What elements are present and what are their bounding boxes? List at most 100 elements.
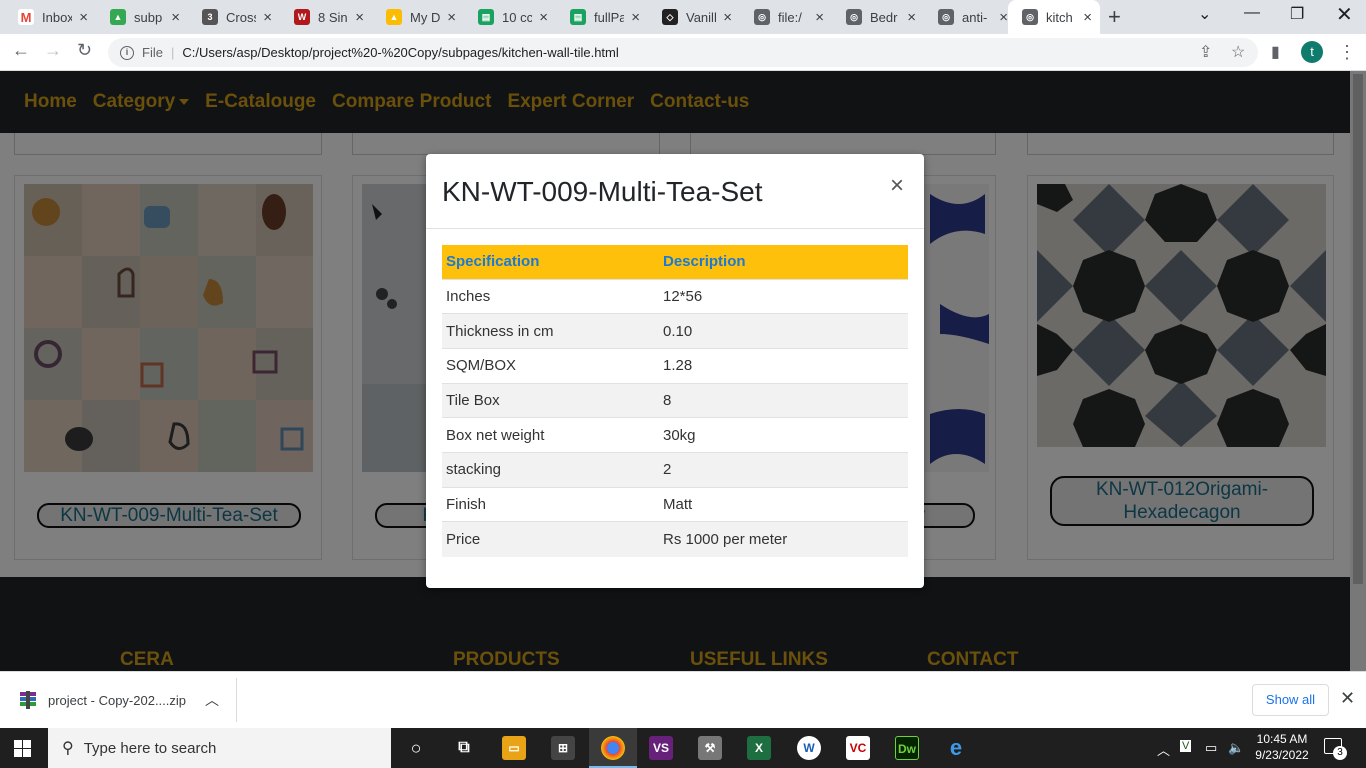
- url-box[interactable]: i File | C:/Users/asp/Desktop/project%20…: [108, 38, 1258, 67]
- desc-cell: 12*56: [659, 278, 908, 314]
- desc-header: Description: [659, 245, 908, 279]
- table-row: SQM/BOX 1.28: [442, 347, 908, 384]
- tab-title: My D: [410, 9, 440, 25]
- task-view-icon[interactable]: ⧉: [452, 736, 476, 760]
- close-tab-icon[interactable]: ×: [1083, 9, 1092, 26]
- spec-header-row: Specification Description: [442, 245, 908, 279]
- volume-icon[interactable]: 🔈: [1228, 740, 1244, 756]
- download-filename[interactable]: project - Copy-202....zip: [48, 693, 186, 708]
- close-tab-icon[interactable]: ×: [999, 9, 1008, 26]
- browser-tab-strip: M Inbox × ▲ subp × 3 Cross × W 8 Sin × ▲…: [0, 0, 1366, 34]
- close-tab-icon[interactable]: ×: [815, 9, 824, 26]
- tab-file[interactable]: ◎ file:/ ×: [740, 0, 832, 34]
- close-tab-icon[interactable]: ×: [907, 9, 916, 26]
- desc-cell: 1.28: [659, 347, 908, 384]
- tab-title: anti-: [962, 9, 988, 25]
- tab-vanilla[interactable]: ◇ Vanill ×: [648, 0, 740, 34]
- scheme-label: File: [142, 45, 163, 60]
- desc-cell: 30kg: [659, 417, 908, 453]
- close-icon[interactable]: ✕: [1340, 688, 1355, 709]
- search-icon: ⚲: [62, 740, 74, 757]
- file-explorer-icon[interactable]: ▭: [502, 736, 526, 760]
- tray-chevron-up-icon[interactable]: ︿: [1157, 740, 1170, 759]
- tab-inbox[interactable]: M Inbox ×: [4, 0, 96, 34]
- spec-cell: Box net weight: [442, 417, 659, 453]
- google-drive-icon: ▲: [386, 9, 402, 25]
- close-tab-icon[interactable]: ×: [79, 9, 88, 26]
- globe-icon: ◎: [1022, 9, 1038, 25]
- edge-icon[interactable]: e: [944, 736, 968, 760]
- close-tab-icon[interactable]: ×: [171, 9, 180, 26]
- globe-icon: ◎: [754, 9, 770, 25]
- download-bar: project - Copy-202....zip ︿ Show all ✕: [0, 671, 1366, 728]
- tab-8-sin[interactable]: W 8 Sin ×: [280, 0, 372, 34]
- forward-arrow-icon[interactable]: →: [44, 40, 62, 61]
- globe-icon: ◎: [846, 9, 862, 25]
- bookmark-star-icon[interactable]: ☆: [1231, 42, 1245, 62]
- tab-bedroom[interactable]: ◎ Bedr ×: [832, 0, 924, 34]
- divider: [236, 678, 237, 722]
- tab-cross[interactable]: 3 Cross ×: [188, 0, 280, 34]
- wordpad-icon[interactable]: W: [797, 736, 821, 760]
- side-panel-icon[interactable]: ▮: [1271, 42, 1280, 62]
- separator: |: [170, 45, 175, 60]
- chrome-icon[interactable]: [601, 736, 625, 760]
- vc-app-icon[interactable]: VC: [846, 736, 870, 760]
- spec-cell: SQM/BOX: [442, 347, 659, 384]
- close-icon[interactable]: ×: [890, 172, 904, 200]
- zip-archive-icon: [20, 691, 36, 709]
- url-text[interactable]: C:/Users/asp/Desktop/project%20-%20Copy/…: [182, 45, 618, 60]
- tab-10-cc[interactable]: ▤ 10 cc ×: [464, 0, 556, 34]
- tab-kitchen-active[interactable]: ◎ kitch ×: [1008, 0, 1100, 34]
- close-window-icon[interactable]: ✕: [1336, 2, 1353, 27]
- close-tab-icon[interactable]: ×: [631, 9, 640, 26]
- dreamweaver-icon[interactable]: Dw: [895, 736, 919, 760]
- spec-cell: Inches: [442, 278, 659, 314]
- desc-cell: 0.10: [659, 313, 908, 349]
- microsoft-store-icon[interactable]: ⊞: [551, 736, 575, 760]
- tab-title: Inbox: [42, 9, 72, 25]
- system-clock[interactable]: 10:45 AM 9/23/2022: [1250, 731, 1314, 763]
- tab-search-chevron-icon[interactable]: ⌄: [1198, 4, 1211, 24]
- tab-fullpage[interactable]: ▤ fullPa ×: [556, 0, 648, 34]
- tab-title: fullPa: [594, 9, 624, 25]
- table-row: Thickness in cm 0.10: [442, 313, 908, 349]
- reload-icon[interactable]: ↻: [77, 40, 92, 61]
- antivirus-tray-icon[interactable]: V: [1180, 740, 1192, 752]
- close-tab-icon[interactable]: ×: [723, 9, 732, 26]
- tab-subpages-drive[interactable]: ▲ subp ×: [96, 0, 188, 34]
- tab-title: Vanill: [686, 9, 716, 25]
- product-spec-modal: KN-WT-009-Multi-Tea-Set × Specification …: [426, 154, 924, 588]
- modal-title: KN-WT-009-Multi-Tea-Set: [442, 176, 763, 207]
- cortana-icon[interactable]: ○: [404, 736, 428, 760]
- visual-studio-icon[interactable]: VS: [649, 736, 673, 760]
- spec-cell: Price: [442, 521, 659, 557]
- excel-icon[interactable]: X: [747, 736, 771, 760]
- minimize-icon[interactable]: —: [1244, 4, 1260, 22]
- tab-title: file:/: [778, 9, 802, 25]
- chevron-up-icon[interactable]: ︿: [205, 690, 219, 710]
- windows-start-icon[interactable]: [14, 740, 31, 757]
- close-tab-icon[interactable]: ×: [447, 9, 456, 26]
- taskbar-search[interactable]: ⚲ Type here to search: [48, 728, 391, 768]
- tab-title: subp: [134, 9, 163, 25]
- profile-avatar[interactable]: t: [1301, 41, 1323, 63]
- tab-my-drive[interactable]: ▲ My D ×: [372, 0, 464, 34]
- tools-icon[interactable]: ⚒: [698, 736, 722, 760]
- info-icon[interactable]: i: [120, 45, 134, 60]
- network-icon[interactable]: ▭: [1205, 740, 1217, 756]
- spec-cell: Finish: [442, 486, 659, 522]
- back-arrow-icon[interactable]: ←: [12, 40, 30, 61]
- tab-anti[interactable]: ◎ anti- ×: [924, 0, 1016, 34]
- table-row: Box net weight 30kg: [442, 417, 908, 453]
- maximize-icon[interactable]: ❐: [1290, 4, 1304, 24]
- show-all-button[interactable]: Show all: [1252, 684, 1329, 716]
- close-tab-icon[interactable]: ×: [355, 9, 364, 26]
- menu-dots-icon[interactable]: ⋮: [1338, 42, 1356, 63]
- close-tab-icon[interactable]: ×: [263, 9, 272, 26]
- share-icon[interactable]: ⇪: [1199, 42, 1212, 62]
- spec-cell: stacking: [442, 451, 659, 488]
- new-tab-icon[interactable]: +: [1108, 4, 1121, 30]
- notification-badge: 3: [1333, 746, 1347, 760]
- close-tab-icon[interactable]: ×: [539, 9, 548, 26]
